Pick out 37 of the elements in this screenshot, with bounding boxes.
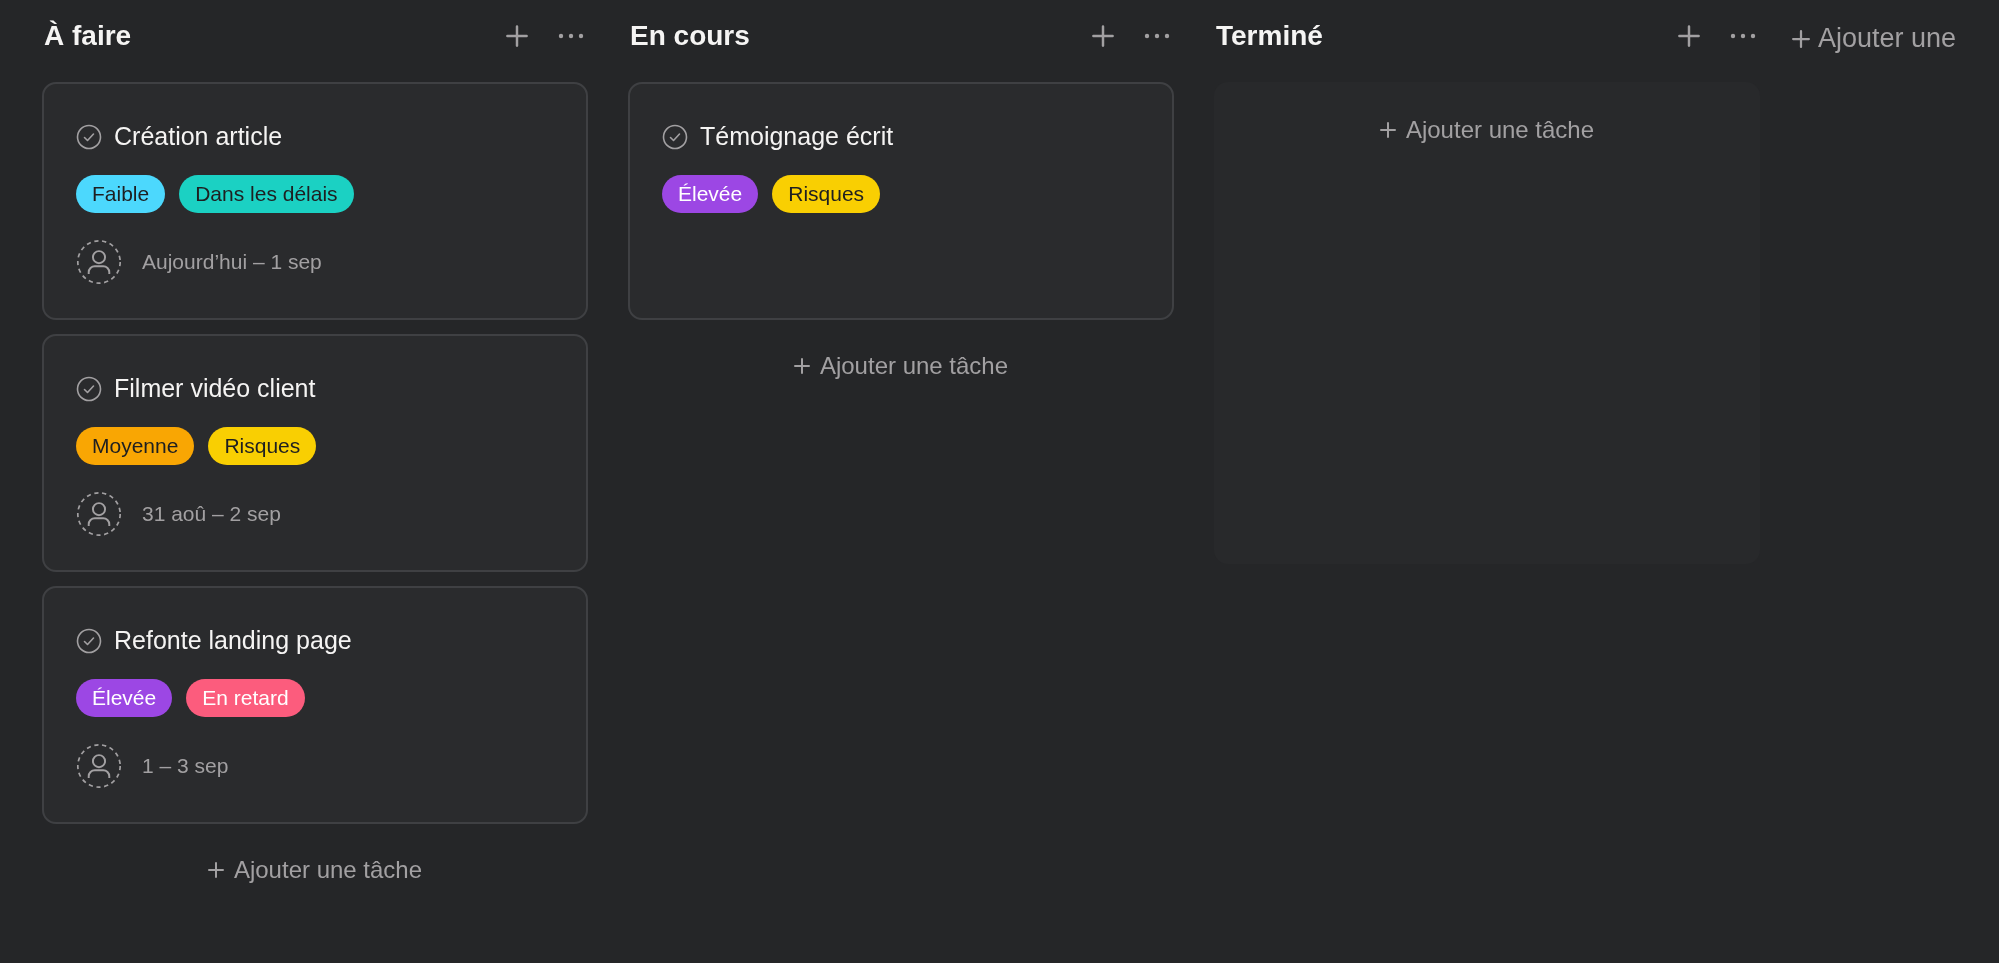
tag: Moyenne: [76, 427, 195, 465]
add-task-button[interactable]: Ajouter une tâche: [787, 346, 1015, 386]
check-circle-icon[interactable]: [76, 375, 102, 402]
add-task-button[interactable]: Ajouter une tâche: [1373, 110, 1601, 150]
task-title: Témoignage écrit: [700, 122, 894, 151]
unassigned-user-icon[interactable]: [76, 491, 122, 537]
add-column-button[interactable]: Ajouter une: [1788, 19, 1961, 58]
column-title: En cours: [630, 20, 751, 52]
task-card[interactable]: Création article Faible Dans les délais Aujourd’hui – 1 sep: [42, 82, 588, 320]
task-title: Création article: [114, 122, 283, 151]
check-circle-icon[interactable]: [662, 123, 688, 150]
plus-icon: [207, 862, 224, 878]
tag: Élevée: [76, 679, 173, 717]
column-title: À faire: [44, 20, 133, 52]
check-circle-icon[interactable]: [76, 123, 102, 150]
tag: Dans les délais: [179, 175, 354, 213]
unassigned-user-icon[interactable]: [76, 743, 122, 789]
task-title: Filmer vidéo client: [114, 374, 316, 403]
task-card[interactable]: Refonte landing page Élevée En retard 1 – 3 sep: [42, 586, 588, 824]
due-date: Aujourd’hui – 1 sep: [142, 250, 322, 274]
due-date: 31 aoû – 2 sep: [142, 502, 281, 526]
plus-icon: [1792, 29, 1810, 48]
task-title: Refonte landing page: [114, 626, 352, 655]
tag: Risques: [772, 175, 881, 213]
add-task-button[interactable]: Ajouter une tâche: [201, 850, 429, 890]
unassigned-user-icon[interactable]: [76, 239, 122, 285]
plus-icon: [793, 358, 810, 374]
column-title: Terminé: [1216, 20, 1324, 52]
task-card[interactable]: Filmer vidéo client Moyenne Risques 31 aoû – 2 sep: [42, 334, 588, 572]
check-circle-icon[interactable]: [76, 627, 102, 654]
tag: Élevée: [662, 175, 759, 213]
plus-icon: [1379, 122, 1396, 138]
task-card[interactable]: Témoignage écrit Élevée Risques: [628, 82, 1174, 320]
tag: Risques: [208, 427, 317, 465]
due-date: 1 – 3 sep: [142, 754, 229, 778]
tag: En retard: [186, 679, 305, 717]
tag: Faible: [76, 175, 166, 213]
